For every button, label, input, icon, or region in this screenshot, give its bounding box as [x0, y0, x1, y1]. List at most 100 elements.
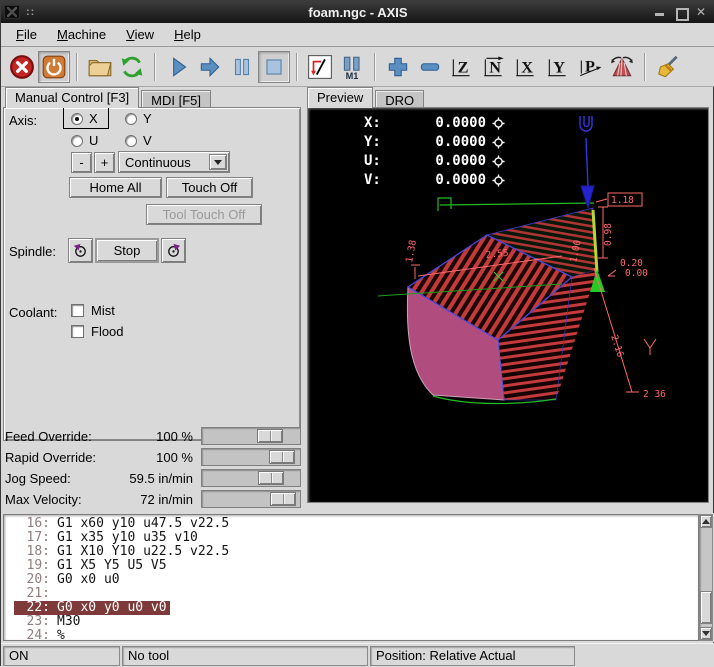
gcode-line[interactable]: 20:G0 x0 u0 — [14, 573, 120, 587]
gcode-line[interactable]: 19:G1 X5 Y5 U5 V5 — [14, 559, 167, 573]
spindle-cw-button[interactable] — [161, 238, 186, 263]
slider-handle[interactable] — [270, 492, 296, 506]
pause-icon — [229, 54, 255, 80]
view-y-icon: Y — [545, 54, 571, 80]
gcode-line[interactable]: 21: — [14, 587, 57, 601]
view-y-button[interactable]: Y — [542, 51, 574, 83]
svg-text:P: P — [585, 57, 595, 75]
feed-override-value: 100 % — [156, 429, 193, 444]
menu-machine[interactable]: Machine — [48, 25, 115, 44]
reload-button[interactable] — [116, 51, 148, 83]
tab-manual-control[interactable]: Manual Control [F3] — [5, 87, 139, 108]
svg-text:N: N — [489, 58, 501, 76]
open-file-button[interactable] — [84, 51, 116, 83]
menu-view[interactable]: View — [117, 25, 163, 44]
scroll-down-arrow[interactable] — [700, 627, 712, 640]
scrollbar-thumb[interactable] — [700, 591, 712, 624]
rapid-override-slider[interactable] — [201, 448, 301, 466]
axis-radio-y[interactable]: Y — [125, 111, 152, 126]
pause-button[interactable] — [226, 51, 258, 83]
preview-canvas[interactable]: 1.18 0.98 0.20 0.00 2.16 2 36 1.38 2.55 … — [307, 107, 709, 503]
max-velocity-label: Max Velocity: — [5, 492, 82, 507]
zoom-out-button[interactable] — [414, 51, 446, 83]
jog-speed-slider[interactable] — [201, 469, 301, 487]
axis-radio-x[interactable]: X — [71, 111, 98, 126]
stop-button[interactable] — [258, 51, 290, 83]
tab-mdi[interactable]: MDI [F5] — [141, 90, 211, 108]
view-perspective-button[interactable]: P — [574, 51, 606, 83]
view-z-rotated-button[interactable]: N — [478, 51, 510, 83]
slider-handle[interactable] — [269, 450, 295, 464]
machine-power-button[interactable] — [38, 51, 70, 83]
feed-override-row: Feed Override: 100 % — [5, 426, 301, 446]
tool-touch-off-button: Tool Touch Off — [146, 204, 262, 225]
dro-row-x: X: 0.0000 — [364, 114, 505, 133]
titlebar[interactable]: :: foam.ngc - AXIS ✕ — [1, 1, 714, 23]
close-button[interactable]: ✕ — [696, 7, 707, 18]
gcode-line[interactable]: 16:G1 x60 y10 u47.5 v22.5 — [14, 517, 229, 531]
max-velocity-row: Max Velocity: 72 in/min — [5, 489, 301, 509]
rotate-view-button[interactable] — [606, 51, 638, 83]
tab-preview[interactable]: Preview — [307, 87, 373, 108]
mist-checkbox[interactable]: Mist — [71, 303, 115, 318]
view-x-button[interactable]: X — [510, 51, 542, 83]
gcode-line[interactable]: 24:% — [14, 629, 65, 641]
coolant-label: Coolant: — [9, 305, 57, 320]
position-mode-cell: Position: Relative Actual — [370, 646, 575, 666]
home-all-button[interactable]: Home All — [69, 177, 162, 198]
clear-plot-button[interactable] — [652, 51, 684, 83]
stop-icon — [261, 54, 287, 80]
dro-row-y: Y: 0.0000 — [364, 133, 505, 152]
feed-override-label: Feed Override: — [5, 429, 92, 444]
view-z-icon: Z — [449, 54, 475, 80]
radio-indicator — [71, 113, 83, 125]
max-velocity-value: 72 in/min — [140, 492, 193, 507]
reload-icon — [119, 54, 145, 80]
run-button[interactable] — [162, 51, 194, 83]
jog-increment-combobox[interactable]: Continuous — [118, 151, 230, 173]
menu-file[interactable]: File — [7, 25, 46, 44]
power-icon — [41, 54, 67, 80]
gcode-line[interactable]: 18:G1 X10 Y10 u22.5 v22.5 — [14, 545, 229, 559]
slider-handle[interactable] — [257, 429, 283, 443]
gcode-line[interactable]: 17:G1 x35 y10 u35 v10 — [14, 531, 198, 545]
spindle-ccw-button[interactable] — [68, 238, 93, 263]
jog-plus-button[interactable]: + — [94, 152, 115, 173]
svg-text:Y: Y — [553, 58, 565, 76]
gcode-listing: 16:G1 x60 y10 u47.5 v22.5 17:G1 x35 y10 … — [1, 513, 714, 642]
gcode-scrollbar[interactable] — [699, 514, 713, 641]
menubar: File Machine View Help — [1, 23, 714, 47]
estop-button[interactable] — [6, 51, 38, 83]
gcode-line-active[interactable]: 22:G0 x0 y0 u0 v0 — [14, 601, 170, 615]
toolbar: M1 Z N X Y — [1, 47, 714, 87]
axis-radio-u[interactable]: U — [71, 133, 98, 148]
max-velocity-slider[interactable] — [201, 490, 301, 508]
spindle-stop-button[interactable]: Stop — [95, 238, 159, 263]
minimize-button[interactable] — [654, 7, 665, 18]
machine-state-cell: ON — [3, 646, 120, 666]
zoom-in-button[interactable] — [382, 51, 414, 83]
tab-dro[interactable]: DRO — [375, 90, 424, 108]
gcode-textbox[interactable]: 16:G1 x60 y10 u47.5 v22.5 17:G1 x35 y10 … — [3, 514, 699, 641]
axis-radio-v[interactable]: V — [125, 133, 152, 148]
homed-icon — [492, 155, 505, 168]
flood-checkbox[interactable]: Flood — [71, 324, 124, 339]
gcode-line[interactable]: 23:M30 — [14, 615, 80, 629]
slider-handle[interactable] — [258, 471, 284, 485]
scroll-up-arrow[interactable] — [700, 515, 712, 528]
feed-override-slider[interactable] — [201, 427, 301, 445]
statusbar: ON No tool Position: Relative Actual — [1, 643, 714, 667]
step-button[interactable] — [194, 51, 226, 83]
jog-minus-button[interactable]: - — [71, 152, 92, 173]
svg-text:2.16: 2.16 — [608, 334, 626, 359]
chevron-down-icon — [209, 154, 227, 170]
touch-off-button[interactable]: Touch Off — [166, 177, 253, 198]
optional-pause-button[interactable]: M1 — [336, 51, 368, 83]
checkbox-indicator — [71, 325, 84, 338]
maximize-button[interactable] — [675, 7, 686, 18]
view-z-button[interactable]: Z — [446, 51, 478, 83]
step-arrow-icon — [197, 54, 223, 80]
radio-indicator — [71, 135, 83, 147]
skip-lines-button[interactable] — [304, 51, 336, 83]
menu-help[interactable]: Help — [165, 25, 210, 44]
